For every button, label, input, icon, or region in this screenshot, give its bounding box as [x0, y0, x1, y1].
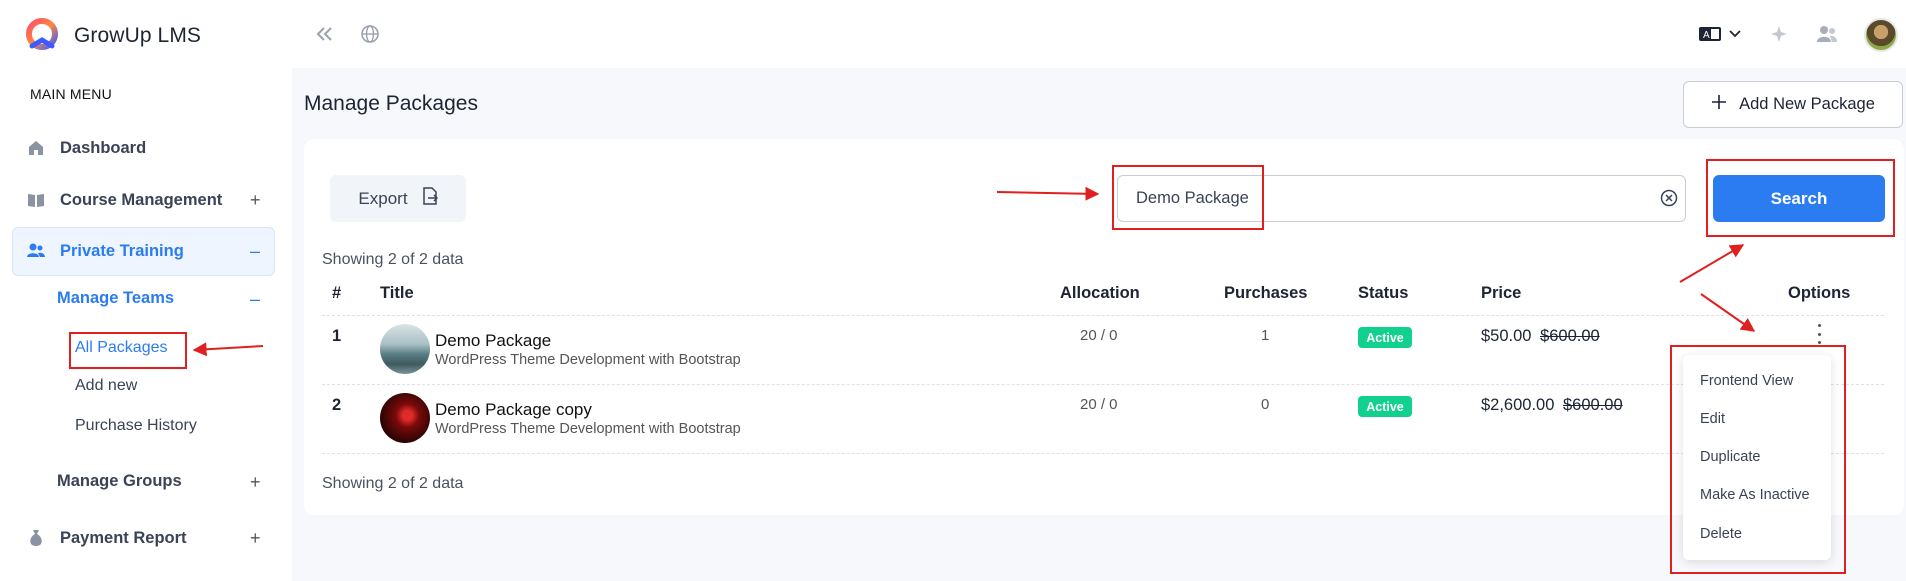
sidebar-item-payment-report[interactable]: Payment Report — [26, 528, 187, 548]
expand-toggle[interactable]: + — [250, 190, 261, 211]
sidebar-item-dashboard[interactable]: Dashboard — [26, 138, 146, 158]
row-divider — [322, 384, 1884, 385]
purchases-value: 0 — [1261, 396, 1270, 413]
row-number: 1 — [332, 327, 342, 345]
column-header-price: Price — [1481, 284, 1522, 302]
original-price: $600.00 — [1563, 396, 1623, 414]
sidebar-item-course-management[interactable]: Course Management — [26, 190, 222, 210]
status-badge: Active — [1358, 396, 1412, 417]
sidebar-item-add-new[interactable]: Add new — [75, 377, 137, 395]
language-icon[interactable]: A — [1695, 22, 1725, 46]
package-course: WordPress Theme Development with Bootstr… — [435, 421, 741, 437]
logo-icon — [26, 18, 58, 50]
chevron-down-icon[interactable] — [1726, 22, 1744, 46]
users-icon — [26, 241, 46, 261]
sidebar: GrowUp LMS MAIN MENU Dashboard Course Ma… — [0, 0, 292, 581]
export-label: Export — [358, 188, 408, 208]
package-course: WordPress Theme Development with Bootstr… — [435, 352, 741, 368]
column-header-allocation: Allocation — [1060, 284, 1140, 302]
expand-toggle[interactable]: + — [250, 472, 261, 493]
clear-search-icon[interactable] — [1660, 189, 1678, 207]
sidebar-item-label: Manage Teams — [57, 289, 175, 307]
app-name: GrowUp LMS — [74, 24, 202, 47]
showing-count: Showing 2 of 2 data — [322, 251, 464, 268]
money-bag-icon — [26, 528, 46, 548]
svg-text:A: A — [1703, 30, 1710, 41]
add-new-package-label: Add New Package — [1739, 95, 1875, 113]
sidebar-item-label: Payment Report — [60, 528, 187, 547]
showing-count: Showing 2 of 2 data — [322, 475, 464, 492]
package-thumbnail — [380, 324, 430, 374]
annotation-box — [1112, 165, 1264, 230]
package-thumbnail — [380, 393, 430, 443]
page-title: Manage Packages — [304, 92, 478, 115]
price: $50.00 $600.00 — [1481, 327, 1600, 346]
add-new-package-button[interactable]: Add New Package — [1683, 81, 1903, 128]
export-button[interactable]: Export — [330, 175, 466, 222]
annotation-box — [1670, 345, 1846, 574]
sidebar-item-label: Private Training — [60, 241, 184, 260]
more-options-icon[interactable] — [1814, 324, 1824, 344]
package-title[interactable]: Demo Package copy — [435, 400, 592, 420]
topbar — [292, 0, 1906, 68]
collapse-toggle[interactable]: – — [250, 241, 260, 262]
users-icon[interactable] — [1815, 22, 1839, 46]
logo[interactable]: GrowUp LMS — [22, 16, 201, 56]
export-icon — [422, 187, 438, 210]
sparkle-icon[interactable] — [1767, 22, 1791, 46]
annotation-box — [69, 332, 187, 369]
purchases-value: 1 — [1261, 327, 1270, 344]
current-price: $2,600.00 — [1481, 396, 1555, 414]
column-header-title: Title — [380, 284, 414, 302]
current-price: $50.00 — [1481, 327, 1532, 345]
row-divider — [322, 315, 1884, 316]
allocation-value: 20 / 0 — [1080, 396, 1118, 413]
column-header-status: Status — [1358, 284, 1409, 302]
globe-icon[interactable] — [358, 22, 382, 46]
home-icon — [26, 138, 46, 158]
collapse-sidebar-icon[interactable] — [313, 22, 337, 46]
sidebar-item-manage-groups[interactable]: Manage Groups — [57, 472, 182, 491]
main-menu-label: MAIN MENU — [30, 86, 112, 102]
annotation-box — [1706, 159, 1895, 237]
sidebar-item-label: Manage Groups — [57, 472, 182, 490]
sidebar-item-label: Dashboard — [60, 138, 147, 157]
column-header-options: Options — [1788, 284, 1851, 302]
status-badge: Active — [1358, 327, 1412, 348]
package-title[interactable]: Demo Package — [435, 331, 551, 351]
collapse-toggle[interactable]: – — [250, 289, 260, 310]
allocation-value: 20 / 0 — [1080, 327, 1118, 344]
original-price: $600.00 — [1540, 327, 1600, 345]
price: $2,600.00 $600.00 — [1481, 396, 1623, 415]
expand-toggle[interactable]: + — [250, 528, 261, 549]
row-number: 2 — [332, 396, 342, 414]
sidebar-item-manage-teams[interactable]: Manage Teams — [57, 289, 174, 308]
column-header-number: # — [332, 284, 342, 302]
row-divider — [322, 453, 1884, 454]
book-icon — [26, 190, 46, 210]
avatar[interactable] — [1864, 18, 1898, 52]
sidebar-item-label: Course Management — [60, 190, 223, 209]
sidebar-item-private-training[interactable]: Private Training — [26, 241, 184, 261]
column-header-purchases: Purchases — [1224, 284, 1308, 302]
plus-icon — [1711, 94, 1727, 115]
sidebar-item-purchase-history[interactable]: Purchase History — [75, 417, 197, 435]
